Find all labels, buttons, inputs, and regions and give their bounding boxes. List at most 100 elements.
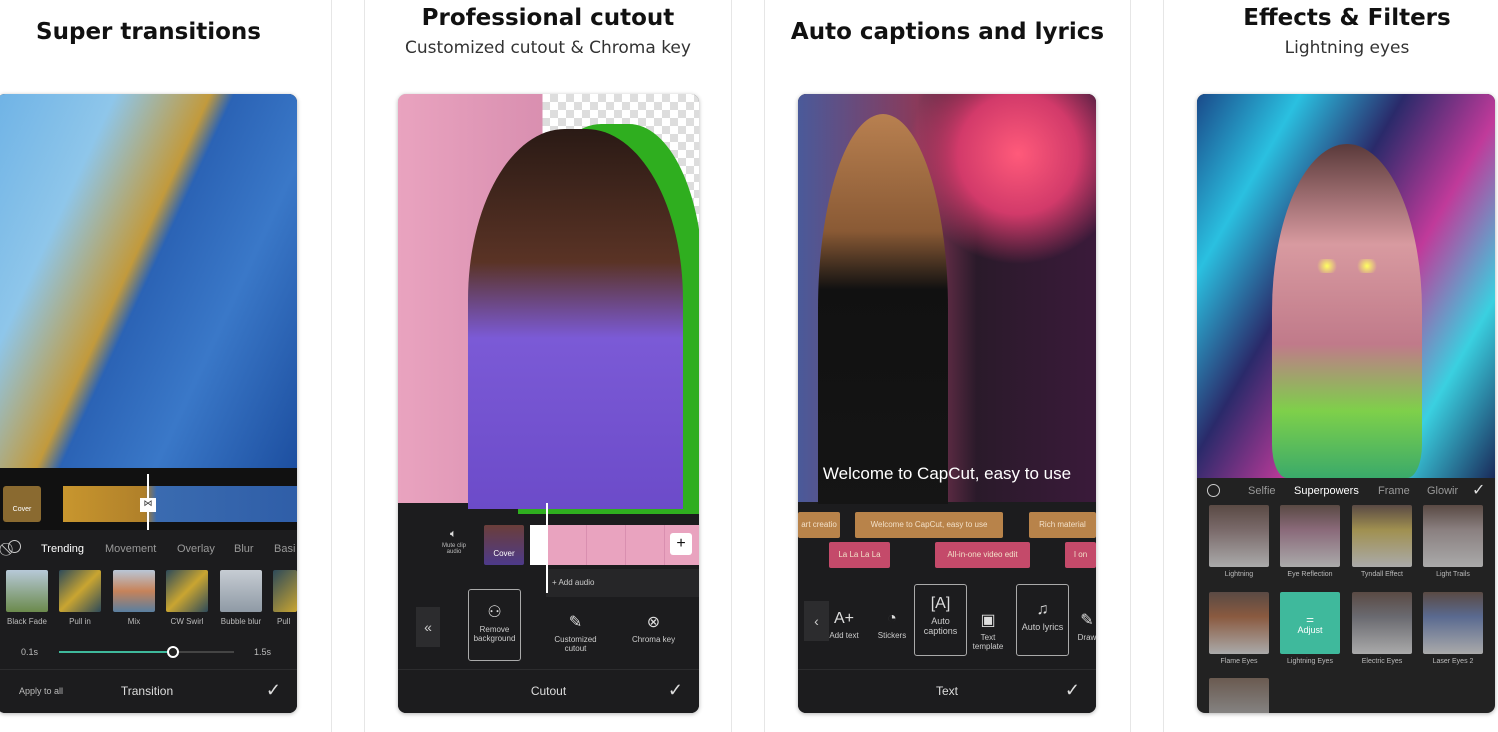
card-professional-cutout: Professional cutout Customized cutout & … (365, 0, 731, 732)
card-auto-captions: Auto captions and lyrics Welcome to CapC… (765, 0, 1130, 732)
effect-label: Light Trails (1436, 571, 1470, 578)
caption-clip[interactable]: art creatio (798, 512, 840, 538)
pen-icon: ✎ (1080, 612, 1094, 629)
subject (1272, 144, 1422, 478)
mute-label: Mute clip audio (441, 543, 466, 555)
slider-handle[interactable] (166, 646, 179, 658)
cover-button[interactable]: Cover (484, 525, 524, 565)
caption-clip[interactable]: Welcome to CapCut, easy to use (855, 512, 1003, 538)
subject (818, 114, 948, 504)
transition-label: Pull in (69, 617, 91, 626)
bottom-title: Transition (120, 684, 174, 698)
tab-glow[interactable]: Glowir (1427, 485, 1458, 497)
add-audio-button[interactable]: + Add audio (552, 578, 594, 587)
effect-thumb[interactable] (1209, 592, 1269, 654)
effect-thumb[interactable] (1423, 505, 1483, 567)
chroma-key-button[interactable]: ⊗ Chroma key (626, 612, 681, 644)
duration-slider[interactable] (59, 646, 234, 658)
effect-thumb[interactable] (1352, 592, 1412, 654)
tab-frame[interactable]: Frame (1378, 485, 1410, 497)
card-subtitle: Customized cutout & Chroma key (405, 38, 691, 58)
caption-icon: [A] (930, 595, 951, 612)
transition-label: Mix (127, 617, 141, 626)
add-clip-button[interactable]: + (670, 533, 692, 555)
transition-thumb[interactable] (6, 570, 48, 612)
adjust-button[interactable]: ⚌ Adjust (1280, 614, 1340, 635)
transition-label: Pull (277, 617, 291, 626)
none-icon[interactable] (1207, 484, 1220, 497)
timeline[interactable]: Cover ⋈ (0, 468, 297, 530)
effect-thumb[interactable] (1280, 505, 1340, 567)
timeline[interactable]: 🔈︎ Mute clip audio Cover + + Add audio (398, 503, 699, 603)
auto-captions-button[interactable]: [A] Auto captions (914, 584, 967, 656)
effect-thumb[interactable]: ⚌ Adjust (1280, 592, 1340, 654)
transition-thumb[interactable] (220, 570, 262, 612)
card-effects-filters: Effects & Filters Lightning eyes Selfie … (1164, 0, 1498, 732)
tab-trending[interactable]: Trending (41, 543, 84, 555)
none-icon[interactable] (8, 540, 21, 553)
transition-thumb[interactable] (273, 570, 297, 612)
phone-screen: 🔈︎ Mute clip audio Cover + + Add audio «… (398, 94, 699, 713)
tab-blur[interactable]: Blur (234, 543, 254, 555)
remove-background-button[interactable]: ⚇ Remove background (468, 589, 521, 661)
stickers-button[interactable]: ◔ Stickers (876, 610, 908, 640)
preview-image (0, 94, 297, 468)
customized-cutout-button[interactable]: ✎ Customized cutout (548, 612, 603, 653)
effect-thumb[interactable] (1423, 592, 1483, 654)
transition-icon[interactable]: ⋈ (140, 498, 156, 512)
duration-min: 0.1s (21, 647, 39, 657)
add-text-button[interactable]: A+ Add text (828, 610, 860, 640)
transition-thumb[interactable] (166, 570, 208, 612)
transition-thumb[interactable] (59, 570, 101, 612)
back-button[interactable]: ‹ (804, 601, 829, 641)
auto-lyrics-button[interactable]: ♫ Auto lyrics (1016, 584, 1069, 656)
check-icon[interactable]: ✓ (266, 680, 281, 701)
card-title: Effects & Filters (1243, 5, 1451, 31)
chroma-icon: ⊗ (646, 614, 661, 631)
draw-button[interactable]: ✎ Draw (1074, 610, 1096, 642)
caption-clip[interactable]: Rich material (1029, 512, 1096, 538)
add-text-icon: A+ (833, 610, 854, 627)
collapse-button[interactable]: « (416, 607, 440, 647)
text-template-button[interactable]: ▣ Text template (970, 610, 1006, 651)
card-subtitle: Lightning eyes (1284, 38, 1410, 58)
lyrics-clip[interactable]: La La La La (829, 542, 890, 568)
tab-basic[interactable]: Basi (274, 543, 295, 555)
bottom-title: Text (935, 684, 958, 698)
mute-icon[interactable]: 🔈︎ (450, 528, 457, 541)
add-audio-track[interactable]: + Add audio (546, 569, 699, 597)
effect-thumb[interactable] (1352, 505, 1412, 567)
tab-overlay[interactable]: Overlay (177, 543, 215, 555)
subject (468, 129, 683, 509)
transition-thumb[interactable] (113, 570, 155, 612)
clip-strip[interactable] (63, 486, 297, 522)
card-super-transitions: Super transitions Cover ⋈ ⃠ Trending Mov… (0, 0, 331, 732)
tab-movement[interactable]: Movement (105, 543, 156, 555)
transition-label: Black Fade (6, 617, 48, 626)
effect-thumb[interactable] (1209, 678, 1269, 713)
effect-label: Lightning (1224, 571, 1254, 578)
check-icon[interactable]: ✓ (1472, 480, 1485, 500)
effect-thumb[interactable] (1209, 505, 1269, 567)
bottom-bar: Text ✓ (798, 669, 1096, 713)
caption-text[interactable]: Welcome to CapCut, easy to use (798, 464, 1096, 484)
lyrics-clip[interactable]: All-in-one video edit (935, 542, 1030, 568)
lyrics-clip[interactable]: I on (1065, 542, 1096, 568)
bottom-bar: Apply to all Transition ✓ (0, 669, 297, 713)
transition-label: CW Swirl (170, 617, 204, 626)
check-icon[interactable]: ✓ (668, 680, 683, 701)
tab-selfie[interactable]: Selfie (1248, 485, 1276, 497)
cover-button[interactable]: Cover (3, 486, 41, 522)
effect-label: Flame Eyes (1220, 658, 1258, 665)
check-icon[interactable]: ✓ (1065, 680, 1080, 701)
phone-screen: Cover ⋈ ⃠ Trending Movement Overlay Blur… (0, 94, 297, 713)
playhead[interactable] (546, 503, 548, 593)
effect-label: Laser Eyes 2 (1432, 658, 1474, 665)
card-title: Auto captions and lyrics (790, 19, 1105, 45)
bottom-title: Cutout (530, 684, 567, 698)
tab-superpowers[interactable]: Superpowers (1294, 485, 1359, 497)
card-title: Professional cutout (421, 5, 675, 31)
bottom-bar: Cutout ✓ (398, 669, 699, 713)
effect-label: Tyndall Effect (1361, 571, 1403, 578)
sticker-icon: ◔ (887, 610, 897, 627)
